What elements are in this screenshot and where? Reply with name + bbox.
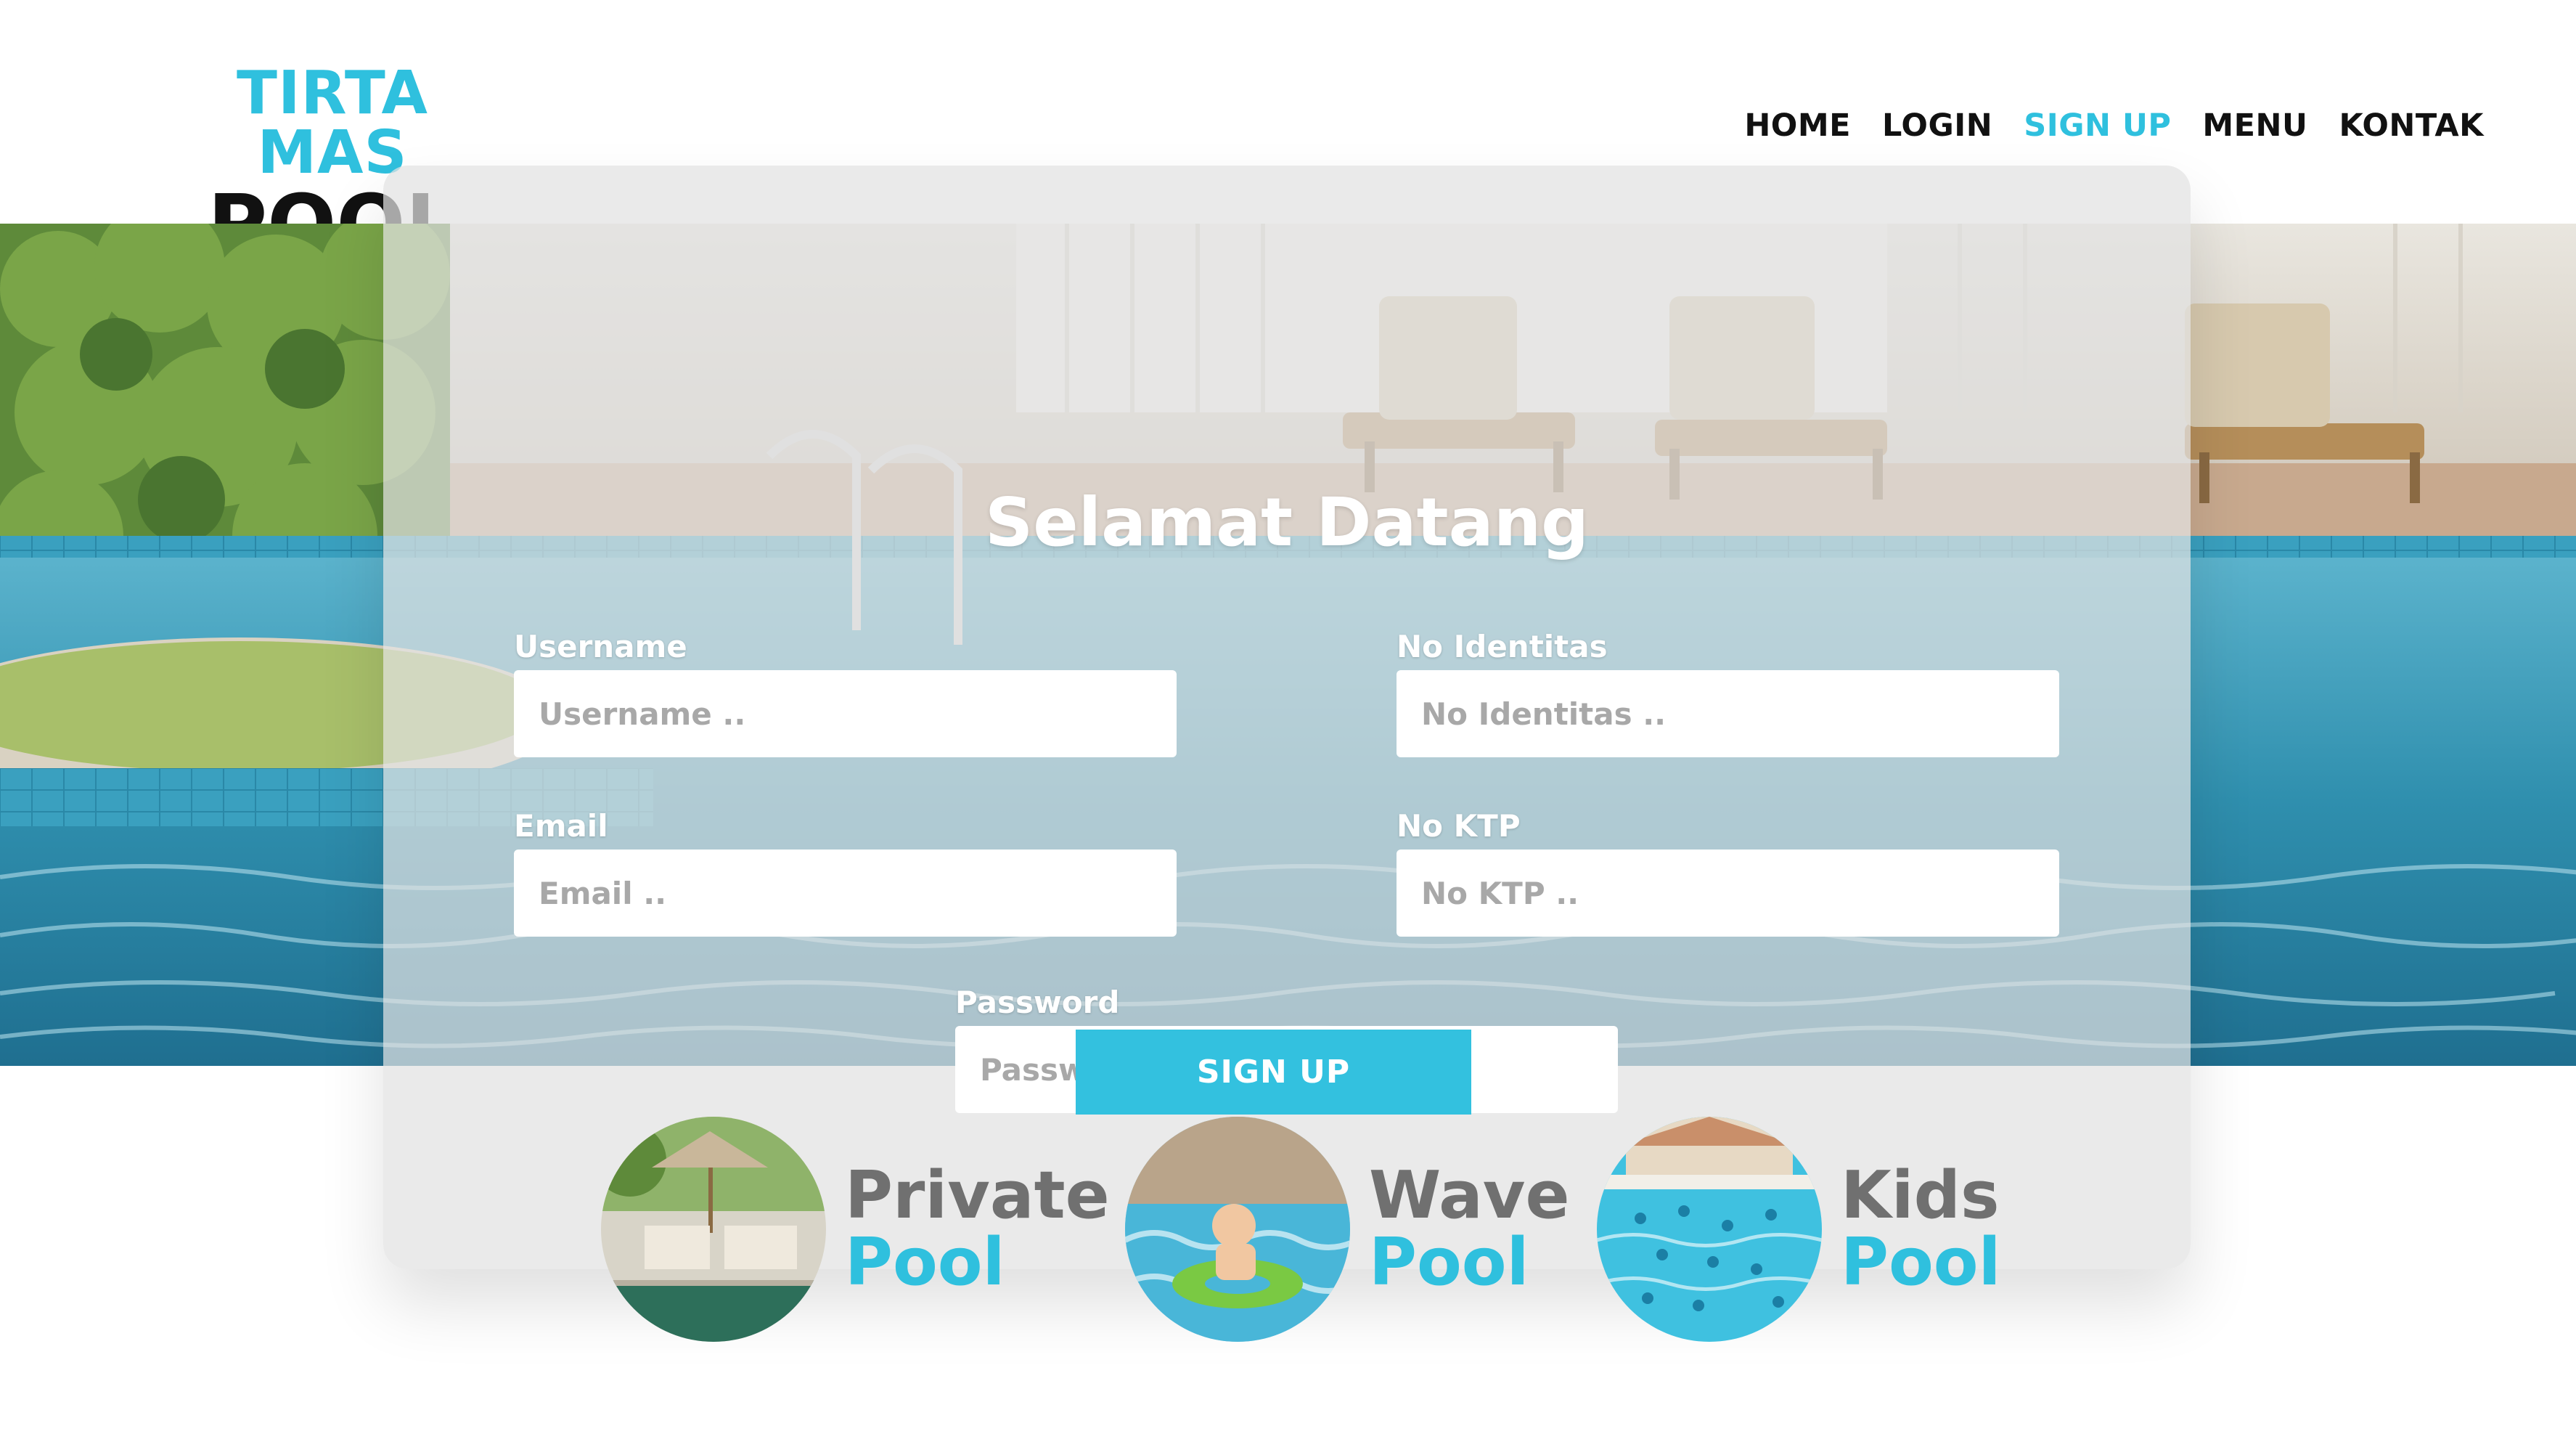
form-title: Selamat Datang	[984, 484, 1590, 561]
main-nav: HOME LOGIN SIGN UP MENU KONTAK	[1744, 107, 2484, 144]
no-identitas-group: No Identitas	[1397, 629, 2059, 757]
private-pool-image	[601, 1117, 826, 1342]
category-name: Wave	[1369, 1157, 1570, 1234]
nav-login[interactable]: LOGIN	[1882, 107, 1992, 144]
no-ktp-group: No KTP	[1397, 808, 2059, 937]
category-private-pool[interactable]: Private Pool	[601, 1117, 1110, 1342]
no-ktp-input[interactable]	[1397, 850, 2059, 937]
private-pool-text: Private Pool	[845, 1162, 1110, 1296]
password-label: Password	[955, 985, 1120, 1020]
nav-home[interactable]: HOME	[1744, 107, 1851, 144]
username-label: Username	[514, 629, 687, 664]
category-sub: Pool	[1369, 1224, 1529, 1300]
category-wave-pool[interactable]: Wave Pool	[1125, 1117, 1570, 1342]
email-label: Email	[514, 808, 608, 844]
category-sub: Pool	[1841, 1224, 2001, 1300]
no-ktp-label: No KTP	[1397, 808, 1521, 844]
kids-pool-text: Kids Pool	[1841, 1162, 2000, 1296]
category-name: Private	[845, 1157, 1110, 1234]
category-kids-pool[interactable]: Kids Pool	[1597, 1117, 2000, 1342]
no-identitas-label: No Identitas	[1397, 629, 1608, 664]
nav-kontak[interactable]: KONTAK	[2339, 107, 2484, 144]
username-input[interactable]	[514, 670, 1177, 757]
nav-menu[interactable]: MENU	[2202, 107, 2307, 144]
email-input[interactable]	[514, 850, 1177, 937]
category-sub: Pool	[845, 1224, 1005, 1300]
wave-pool-text: Wave Pool	[1369, 1162, 1570, 1296]
username-group: Username	[514, 629, 1177, 757]
kids-pool-image	[1597, 1117, 1822, 1342]
wave-pool-image	[1125, 1117, 1350, 1342]
no-identitas-input[interactable]	[1397, 670, 2059, 757]
nav-signup[interactable]: SIGN UP	[2024, 107, 2171, 144]
category-name: Kids	[1841, 1157, 2000, 1234]
signup-button[interactable]: SIGN UP	[1076, 1030, 1471, 1115]
email-group: Email	[514, 808, 1177, 937]
